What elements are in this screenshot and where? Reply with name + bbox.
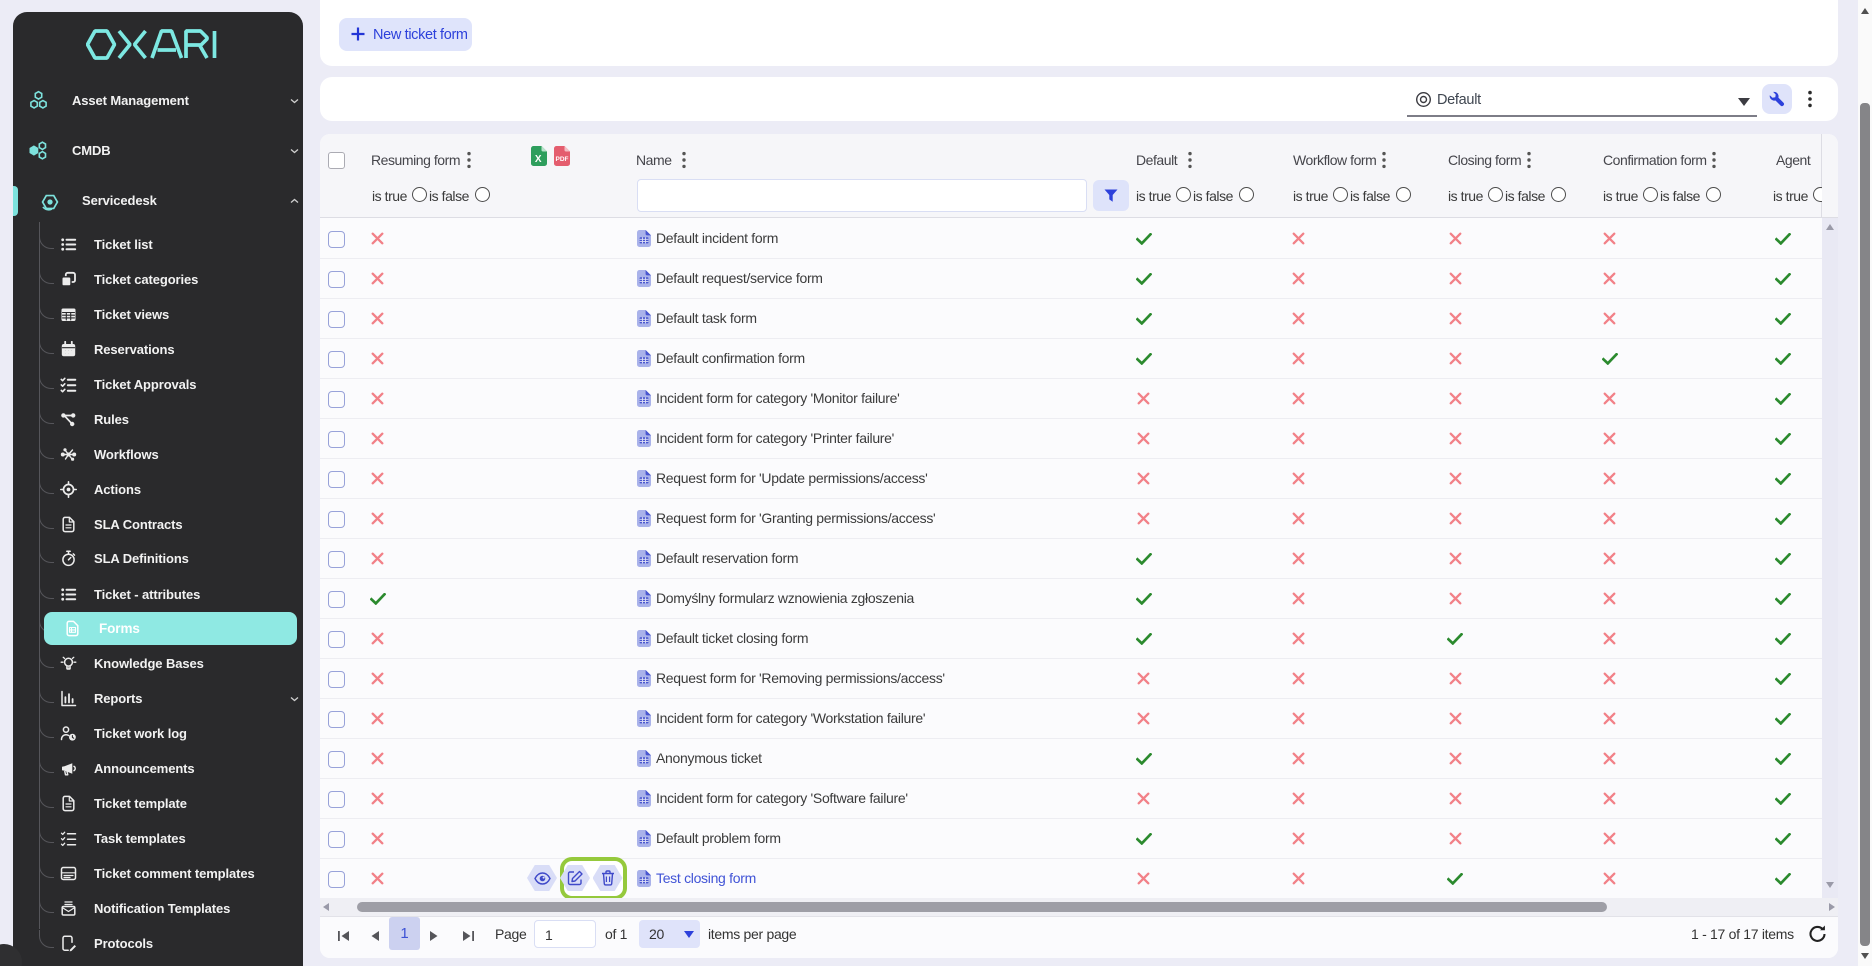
svg-text:X: X: [535, 154, 542, 165]
svg-text:PDF: PDF: [556, 156, 569, 163]
